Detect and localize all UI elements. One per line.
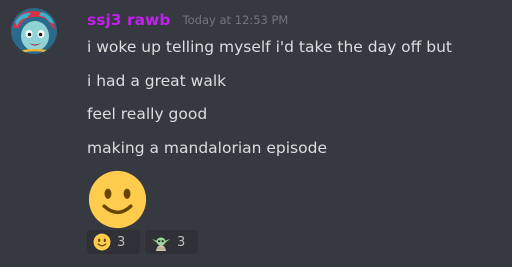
message-group: ssj3 rawb Today at 12:53 PM i woke up te…: [0, 0, 512, 267]
reaction-count: 3: [177, 234, 186, 250]
slightly-smiling-face-icon: [87, 169, 148, 230]
avatar[interactable]: [11, 8, 57, 54]
timestamp[interactable]: Today at 12:53 PM: [183, 13, 289, 27]
avatar-illustration: [11, 8, 57, 54]
slightly-smiling-face-icon: [93, 233, 111, 251]
grogu-baby-yoda-icon: [152, 237, 170, 251]
message-line: feel really good: [87, 105, 208, 123]
message-line: i had a great walk: [87, 72, 227, 90]
message-line: i woke up telling myself i'd take the da…: [87, 38, 452, 56]
message-header: ssj3 rawb Today at 12:53 PM: [87, 10, 288, 29]
username[interactable]: ssj3 rawb: [87, 11, 170, 29]
message-line: making a mandalorian episode: [87, 139, 327, 157]
reaction-grogu[interactable]: 3: [145, 230, 198, 254]
reaction-smiley[interactable]: 3: [87, 230, 140, 254]
reaction-count: 3: [117, 234, 126, 250]
